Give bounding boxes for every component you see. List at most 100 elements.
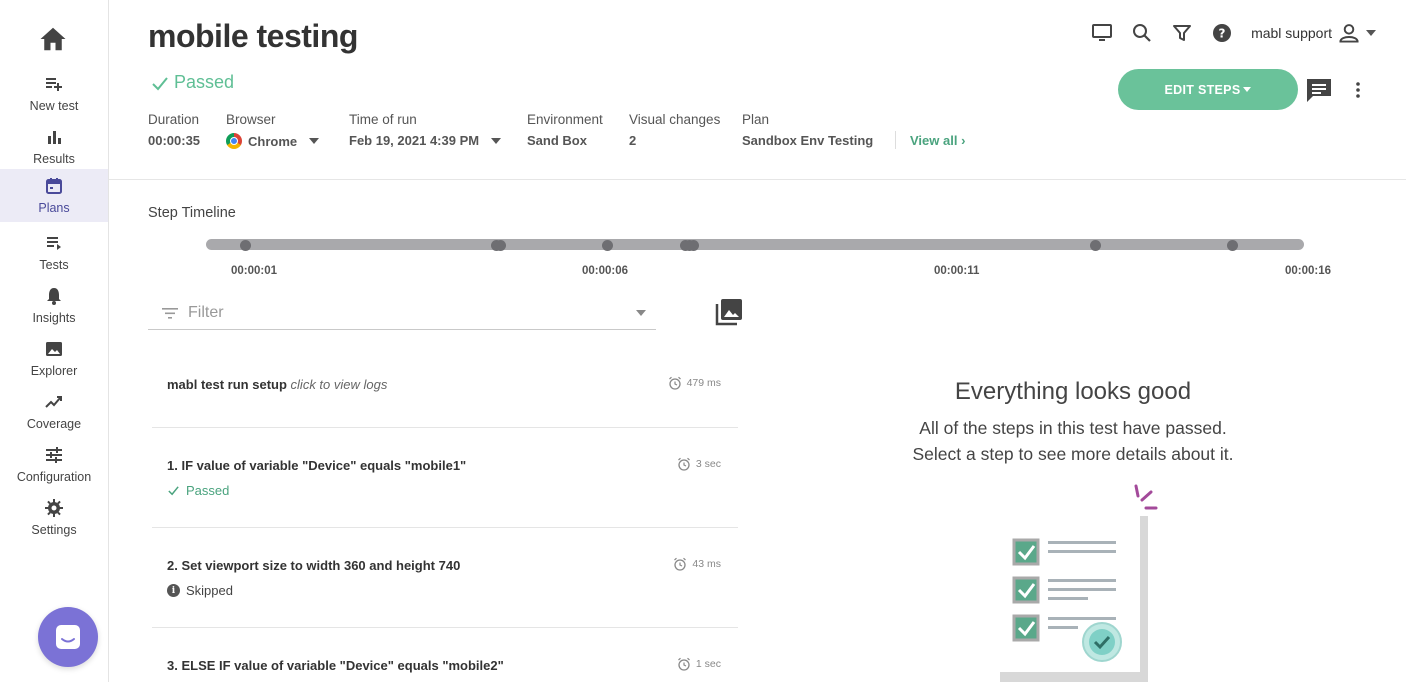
sidebar-item-explorer[interactable]: Explorer xyxy=(0,332,108,385)
time-of-run-select[interactable]: Feb 19, 2021 4:39 PM xyxy=(349,133,502,148)
filter-placeholder: Filter xyxy=(188,303,224,321)
step-time: 43 ms xyxy=(692,558,721,570)
chevron-down-icon xyxy=(1366,30,1376,36)
step-title: mabl test run setup xyxy=(167,377,287,392)
sidebar-item-label: Tests xyxy=(39,258,69,272)
checklist-illustration xyxy=(990,480,1170,686)
sidebar-item-label: Results xyxy=(33,152,75,166)
chevron-down-icon xyxy=(636,310,646,316)
filter-icon[interactable] xyxy=(1171,22,1193,44)
timeline-marker[interactable] xyxy=(1090,240,1101,251)
comments-button[interactable] xyxy=(1305,77,1333,103)
step-status: i Skipped xyxy=(167,583,233,598)
meta-label: Time of run xyxy=(349,112,417,127)
page-title: mobile testing xyxy=(148,18,358,54)
step-title: 3. ELSE IF value of variable "Device" eq… xyxy=(167,658,504,673)
timeline-marker[interactable] xyxy=(1227,240,1238,251)
photo-library-icon xyxy=(715,299,742,326)
timeline-marker[interactable] xyxy=(240,240,251,251)
step-name: mabl test run setup click to view logs xyxy=(167,377,387,392)
sidebar-item-tests[interactable]: Tests xyxy=(0,226,108,279)
meta-label: Plan xyxy=(742,112,770,127)
status-badge: Passed xyxy=(150,72,234,93)
step-title: 1. IF value of variable "Device" equals … xyxy=(167,458,467,473)
meta-label: Visual changes xyxy=(629,112,721,127)
meta-label: Environment xyxy=(527,112,603,127)
meta-environment: Environment Sand Box xyxy=(527,112,603,148)
status-text: Passed xyxy=(174,72,235,92)
chevron-down-icon xyxy=(1243,87,1252,92)
step-duration: 1 sec xyxy=(677,657,721,671)
trend-icon xyxy=(44,392,64,412)
filter-input[interactable]: Filter xyxy=(148,296,656,330)
empty-state-line-2: Select a step to see more details about … xyxy=(912,444,1234,464)
empty-state-title: Everything looks good xyxy=(954,378,1192,405)
help-icon[interactable]: ? xyxy=(1211,22,1233,44)
timeline-tick-label: 00:00:06 xyxy=(582,265,629,277)
step-row[interactable]: 1. IF value of variable "Device" equals … xyxy=(152,428,738,528)
meta-value: 00:00:35 xyxy=(148,133,201,148)
step-hint[interactable]: click to view logs xyxy=(291,377,388,392)
chrome-icon xyxy=(226,133,242,149)
step-title: 2. Set viewport size to width 360 and he… xyxy=(167,558,461,573)
meta-time-of-run: Time of run Feb 19, 2021 4:39 PM xyxy=(349,112,502,148)
timeline-marker[interactable] xyxy=(688,240,699,251)
meta-label: Browser xyxy=(226,112,276,127)
sidebar-item-results[interactable]: Results xyxy=(0,120,108,173)
sidebar-item-insights[interactable]: Insights xyxy=(0,279,108,332)
sidebar-item-label: Plans xyxy=(38,201,70,215)
sidebar-item-coverage[interactable]: Coverage xyxy=(0,385,108,438)
timeline-track[interactable] xyxy=(206,239,1304,250)
step-time: 3 sec xyxy=(695,458,721,470)
filter-list-icon xyxy=(162,307,178,319)
empty-state-line-1: All of the steps in this test have passe… xyxy=(919,418,1227,438)
screenshots-gallery-button[interactable] xyxy=(714,297,744,327)
meta-value: Feb 19, 2021 4:39 PM xyxy=(349,133,480,148)
step-row[interactable]: 3. ELSE IF value of variable "Device" eq… xyxy=(152,628,738,688)
check-icon xyxy=(168,486,179,496)
step-status-text: Skipped xyxy=(186,583,233,598)
list-icon xyxy=(44,233,64,253)
sidebar-item-plans[interactable]: Plans xyxy=(0,169,108,222)
timeline-title: Step Timeline xyxy=(148,205,236,221)
view-all-link[interactable]: View all › xyxy=(910,133,965,148)
comment-icon xyxy=(1307,79,1331,102)
kebab-icon xyxy=(1356,82,1360,98)
alarm-clock-icon xyxy=(677,657,690,671)
home-icon[interactable] xyxy=(38,24,68,54)
step-row[interactable]: mabl test run setup click to view logs 4… xyxy=(152,345,738,428)
search-icon[interactable] xyxy=(1131,22,1153,44)
sidebar-item-label: Coverage xyxy=(26,417,82,431)
meta-label: Duration xyxy=(148,112,200,127)
browser-select[interactable]: Chrome xyxy=(226,133,320,149)
sidebar-item-new-test[interactable]: New test xyxy=(0,67,108,120)
alarm-clock-icon xyxy=(674,557,687,571)
alarm-clock-icon xyxy=(677,457,690,471)
user-name: mabl support xyxy=(1251,25,1332,41)
sidebar-item-settings[interactable]: Settings xyxy=(0,491,108,544)
chat-launcher-button[interactable] xyxy=(38,607,98,667)
meta-value: Chrome xyxy=(248,133,298,149)
edit-steps-button[interactable]: EDIT STEPS xyxy=(1118,69,1298,110)
sidebar-item-label: Explorer xyxy=(30,364,78,378)
timeline-marker[interactable] xyxy=(602,240,613,251)
meta-visual-changes: Visual changes 2 xyxy=(629,112,720,148)
bell-icon xyxy=(44,286,64,306)
step-status: Passed xyxy=(167,483,229,498)
step-duration: 43 ms xyxy=(673,557,721,571)
step-row[interactable]: 2. Set viewport size to width 360 and he… xyxy=(152,528,738,628)
user-menu[interactable]: mabl support xyxy=(1251,22,1376,44)
timeline-tick-label: 00:00:11 xyxy=(934,265,980,277)
sidebar-item-label: Insights xyxy=(32,311,76,325)
plan-link[interactable]: Sandbox Env Testing xyxy=(742,133,873,148)
svg-text:?: ? xyxy=(1219,27,1226,41)
image-icon xyxy=(44,339,64,359)
more-options-button[interactable] xyxy=(1348,80,1368,100)
monitor-icon[interactable] xyxy=(1091,22,1113,44)
sidebar-item-label: Configuration xyxy=(16,470,92,484)
sidebar-item-label: Settings xyxy=(31,523,77,537)
sidebar-item-configuration[interactable]: Configuration xyxy=(0,438,108,491)
sliders-icon xyxy=(44,445,64,465)
step-time: 1 sec xyxy=(695,658,721,670)
timeline-marker[interactable] xyxy=(495,240,506,251)
